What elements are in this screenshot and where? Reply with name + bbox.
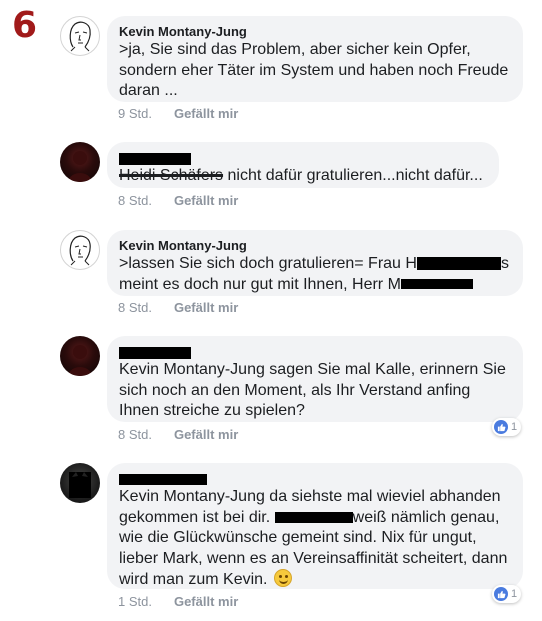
comment-author[interactable]: Mark Kelm: [119, 150, 487, 166]
sketch-portrait-icon: [69, 235, 91, 266]
screenshot-number: 6: [12, 5, 38, 46]
comment-meta: 9 Std. Gefällt mir: [118, 106, 238, 121]
comment-author[interactable]: Heidi Schäfers: [119, 471, 511, 487]
comment-meta: 1 Std. Gefällt mir: [118, 594, 238, 609]
profile-photo-icon: [68, 151, 92, 182]
avatar[interactable]: [60, 463, 100, 503]
winking-smiley-icon: [273, 569, 292, 587]
comment-time[interactable]: 9 Std.: [118, 106, 152, 121]
comment-author[interactable]: Mark Kelm: [119, 344, 511, 360]
comment-meta: 8 Std. Gefällt mir: [118, 193, 238, 208]
avatar[interactable]: [60, 142, 100, 182]
comment-bubble: Mark Kelm Heidi Schäfers nicht dafür gra…: [107, 142, 499, 188]
comment-time[interactable]: 8 Std.: [118, 427, 152, 442]
comment-text: Heidi Schäfers nicht dafür gratulieren..…: [119, 167, 483, 184]
reaction-count[interactable]: 1: [492, 418, 522, 436]
comment-text: >lassen Sie sich doch gratulieren= Frau …: [119, 255, 509, 293]
comment-text: Kevin Montany-Jung da siehste mal wievie…: [119, 488, 508, 588]
thumbs-up-icon: [494, 420, 508, 434]
profile-photo-icon: [69, 472, 91, 498]
comment-author[interactable]: Kevin Montany-Jung: [119, 238, 511, 254]
comment-time[interactable]: 1 Std.: [118, 594, 152, 609]
comment-text: >ja, Sie sind das Problem, aber sicher k…: [119, 41, 509, 99]
thumbs-up-icon: [494, 587, 508, 601]
redacted-name: Heidi Schäfers: [119, 474, 207, 486]
comment-time[interactable]: 8 Std.: [118, 300, 152, 315]
comment-time[interactable]: 8 Std.: [118, 193, 152, 208]
like-button[interactable]: Gefällt mir: [174, 427, 238, 442]
comment-meta: 8 Std. Gefällt mir: [118, 427, 238, 442]
redacted-name: Mark Kelm: [119, 346, 191, 359]
redaction-bar: [400, 279, 473, 290]
comment-bubble: Kevin Montany-Jung >ja, Sie sind das Pro…: [107, 16, 523, 102]
redaction-bar: [274, 511, 353, 523]
sketch-portrait-icon: [69, 21, 91, 52]
avatar[interactable]: [60, 336, 100, 376]
comment-bubble: Heidi Schäfers Kevin Montany-Jung da sie…: [107, 463, 523, 589]
comment-author[interactable]: Kevin Montany-Jung: [119, 24, 511, 40]
comment-bubble: Mark Kelm Kevin Montany-Jung sagen Sie m…: [107, 336, 523, 422]
like-button[interactable]: Gefällt mir: [174, 594, 238, 609]
like-button[interactable]: Gefällt mir: [174, 300, 238, 315]
comment-bubble: Kevin Montany-Jung >lassen Sie sich doch…: [107, 230, 523, 296]
like-button[interactable]: Gefällt mir: [174, 193, 238, 208]
avatar[interactable]: [60, 230, 100, 270]
profile-photo-icon: [68, 345, 92, 376]
like-button[interactable]: Gefällt mir: [174, 106, 238, 121]
redacted-name: Mark Kelm: [119, 152, 191, 165]
redaction-bar: [416, 257, 501, 271]
redacted-mention: Heidi Schäfers: [119, 167, 224, 184]
reaction-count[interactable]: 1: [492, 585, 522, 603]
comment-text: Kevin Montany-Jung sagen Sie mal Kalle, …: [119, 361, 506, 419]
comment-meta: 8 Std. Gefällt mir: [118, 300, 238, 315]
avatar[interactable]: [60, 16, 100, 56]
